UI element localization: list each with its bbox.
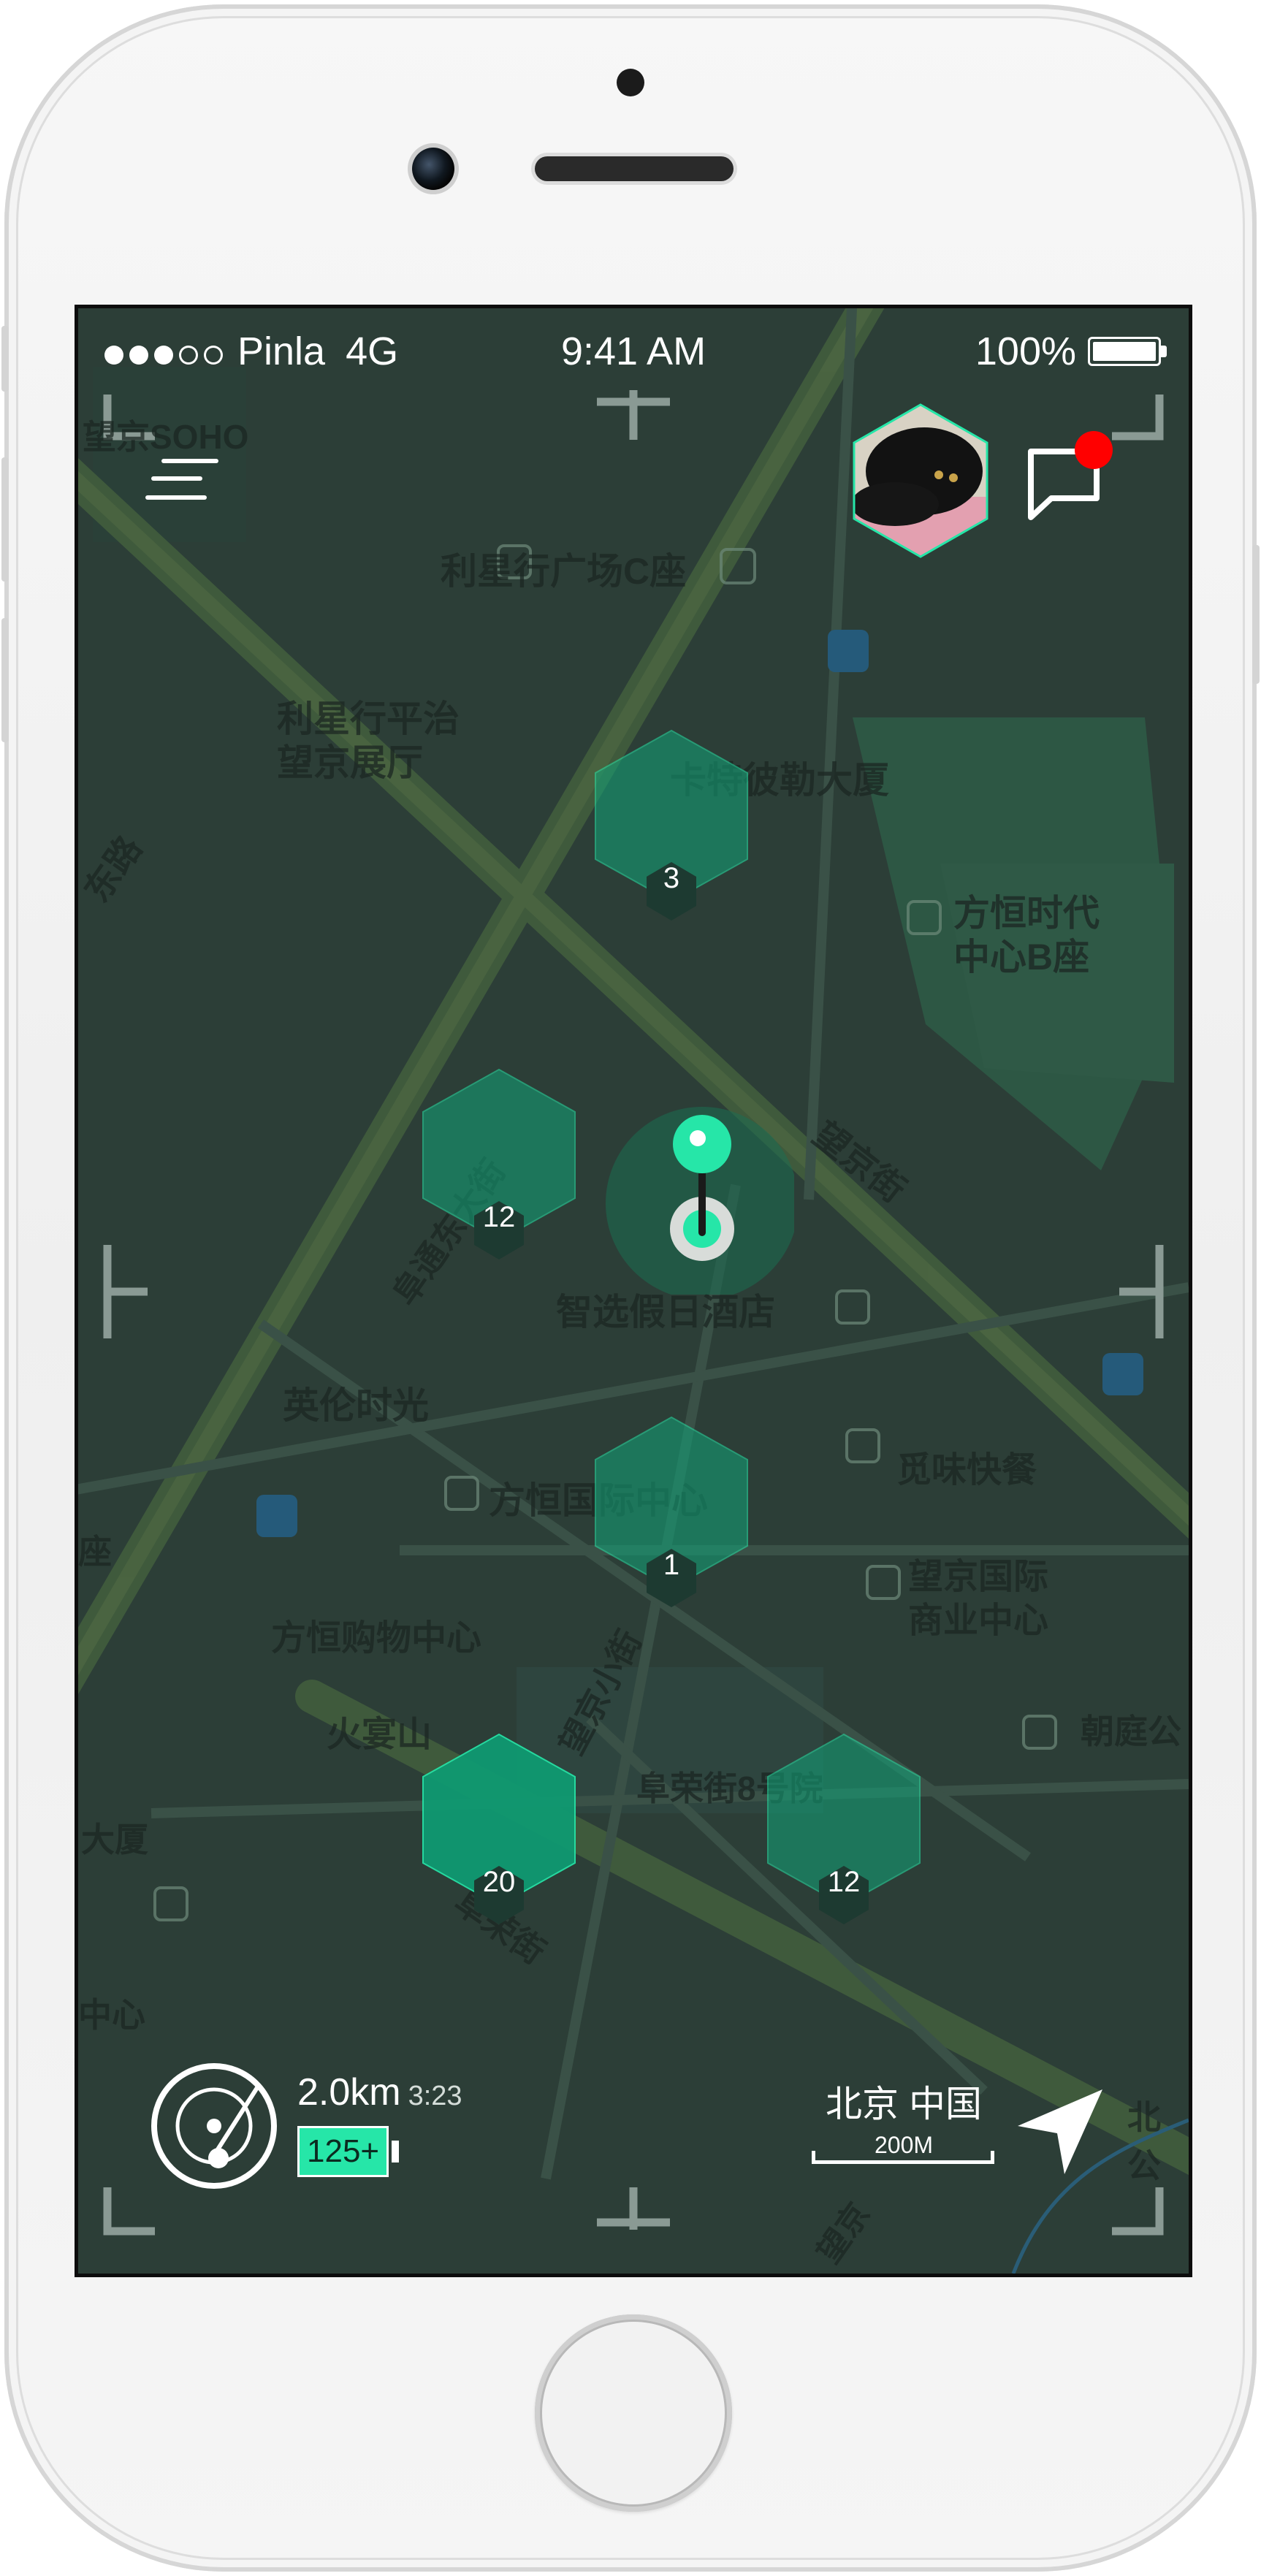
energy-battery-tip (392, 2141, 400, 2162)
map-label: 大厦 (81, 1821, 148, 1859)
marker-cluster[interactable]: 20 (419, 1727, 594, 1939)
volume-down-button (1, 618, 9, 742)
map-screen[interactable]: 望京SOHO 利星行广场C座 利星行平治 望京展厅 卡特彼勒大厦 方恒时代 中心… (75, 305, 1192, 2277)
map-label: 朝庭公 (1081, 1712, 1181, 1750)
battery-tip (1161, 346, 1167, 357)
navigation-arrow-icon[interactable] (1013, 2084, 1108, 2179)
map-label: 觅味快餐 (896, 1451, 1037, 1490)
battery-percentage: 100% (975, 329, 1076, 373)
power-button (1252, 545, 1260, 684)
marker-cluster[interactable]: 3 (591, 723, 766, 935)
map-label: 商业中心 (908, 1601, 1049, 1640)
scale-bar (812, 2151, 994, 2164)
map-label: 火宴山 (327, 1715, 433, 1754)
current-location-marker[interactable] (604, 1075, 794, 1295)
map-label: 望京街 (805, 1115, 913, 1211)
trip-stats: 2.0km 3:23 (297, 2070, 462, 2114)
map-label: 望京展厅 (277, 742, 423, 783)
map-label: 东路 (77, 829, 150, 910)
map-label: 英伦时光 (283, 1385, 429, 1426)
chat-button[interactable] (1022, 431, 1117, 526)
trip-duration: 3:23 (408, 2081, 462, 2111)
status-bar: Pinla 4G 9:41 AM 100% (78, 308, 1189, 389)
hamburger-menu-icon[interactable] (145, 446, 218, 511)
battery-icon (1088, 337, 1161, 366)
energy-battery: 125+ (297, 2126, 400, 2177)
cluster-count: 1 (663, 1549, 680, 1581)
cluster-count: 3 (663, 862, 680, 894)
map-label: 中心B座 (953, 937, 1090, 978)
map-label: 座 (78, 1533, 112, 1571)
location-info: 北京 中国 200M (809, 2075, 999, 2159)
notification-badge (1075, 431, 1113, 469)
marker-cluster[interactable]: 1 (591, 1410, 766, 1622)
cluster-count: 12 (482, 1201, 516, 1233)
mute-switch (1, 326, 9, 392)
energy-value: 125+ (297, 2126, 389, 2177)
radar-icon[interactable] (148, 2060, 280, 2192)
city-name: 北京 中国 (826, 2084, 982, 2125)
map-label: 北公 (1127, 2098, 1161, 2184)
map-label: 利星行广场C座 (441, 551, 687, 592)
proximity-sensor (617, 69, 644, 96)
user-avatar[interactable] (851, 402, 990, 559)
map-label: 中心 (78, 1996, 145, 2034)
marker-cluster[interactable]: 12 (419, 1062, 594, 1274)
map-label: 望京 (810, 2196, 877, 2270)
home-button[interactable] (535, 2314, 732, 2512)
cluster-count: 20 (482, 1866, 516, 1898)
earpiece-speaker (535, 156, 734, 181)
map-label: 方恒购物中心 (271, 1619, 482, 1658)
cluster-count: 12 (827, 1866, 861, 1898)
trip-distance: 2.0km (297, 2071, 401, 2114)
marker-cluster[interactable]: 12 (763, 1727, 939, 1939)
front-camera (412, 148, 454, 190)
volume-up-button (1, 457, 9, 582)
